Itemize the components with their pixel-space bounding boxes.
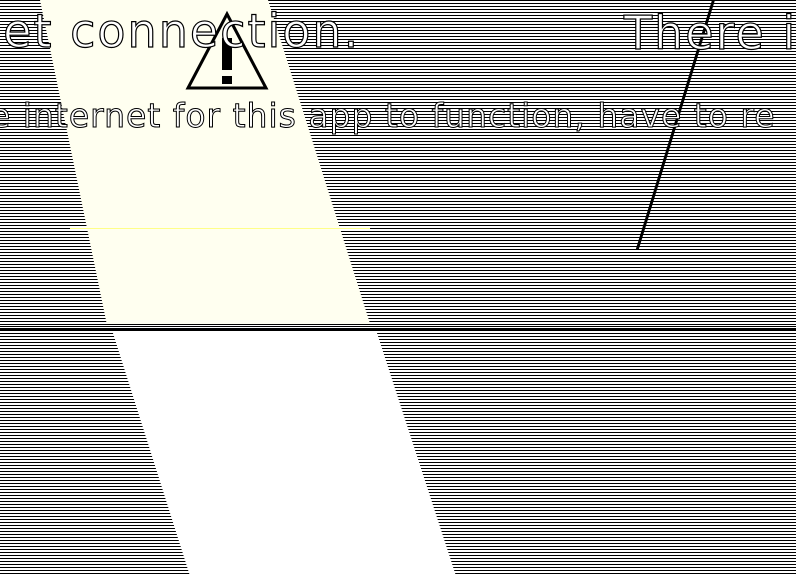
dialog-title-continued: There i [623,5,796,60]
screen-capture: net connection. There i e internet for t… [0,0,796,576]
dialog-message: e internet for this app to function, hav… [0,96,776,136]
dialog-title: net connection. [0,3,361,58]
accent-rule [70,228,370,229]
pane-divider-solid [0,329,796,331]
blank-panel [112,330,456,576]
